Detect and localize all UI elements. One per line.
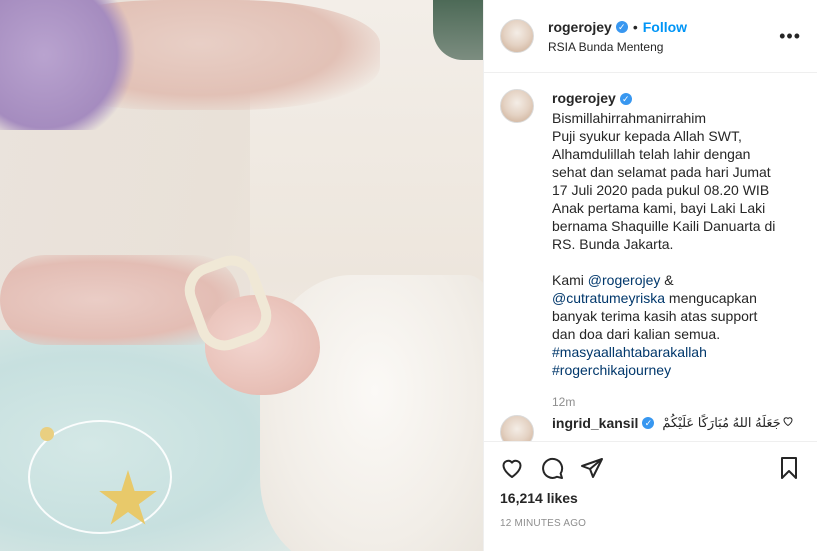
caption: rogerojey ✓ Bismillahirrahmanirrahim Puj…: [500, 89, 801, 411]
comment-icon[interactable]: [540, 456, 564, 480]
caption-text: &: [660, 272, 674, 288]
caption-text: mengucapkan: [665, 290, 757, 306]
likes-count[interactable]: 16,214 likes: [500, 490, 801, 506]
comment-username[interactable]: ingrid_kansil: [552, 415, 638, 431]
post-sidebar: rogerojey ✓ • Follow RSIA Bunda Menteng …: [483, 0, 817, 551]
post-header: rogerojey ✓ • Follow RSIA Bunda Menteng …: [484, 0, 817, 73]
avatar[interactable]: [500, 89, 534, 123]
instagram-post: rogerojey ✓ • Follow RSIA Bunda Menteng …: [0, 0, 817, 551]
caption-line: RS. Bunda Jakarta.: [552, 236, 674, 252]
mention-link[interactable]: @cutratumeyriska: [552, 290, 665, 306]
more-options-icon[interactable]: •••: [779, 26, 801, 47]
caption-line: banyak terima kasih atas support: [552, 308, 758, 324]
comments-section: rogerojey ✓ Bismillahirrahmanirrahim Puj…: [484, 73, 817, 441]
actions-bar: 16,214 likes 12 MINUTES AGO: [484, 441, 817, 551]
avatar[interactable]: [500, 415, 534, 441]
heart-icon[interactable]: [500, 456, 524, 480]
comment-like-icon[interactable]: [782, 415, 794, 430]
share-icon[interactable]: [580, 456, 604, 480]
hashtag-link[interactable]: #masyaallahtabarakallah: [552, 344, 707, 360]
follow-button[interactable]: Follow: [643, 19, 687, 35]
avatar[interactable]: [500, 19, 534, 53]
caption-line: bernama Shaquille Kaili Danuarta di: [552, 218, 776, 234]
verified-icon: ✓: [619, 93, 632, 105]
caption-line: 17 Juli 2020 pada pukul 08.20 WIB: [552, 182, 770, 198]
comment-text: جَعَلَهُ اللهُ مُبَارَكًا عَلَيْكُمْ: [662, 415, 781, 430]
caption-timestamp[interactable]: 12m: [552, 393, 775, 411]
caption-line: sehat dan selamat pada hari Jumat: [552, 164, 771, 180]
separator-dot: •: [632, 18, 638, 35]
comment-row: ingrid_kansil ✓ جَعَلَهُ اللهُ مُبَارَكً…: [500, 415, 781, 441]
location-link[interactable]: RSIA Bunda Menteng: [548, 40, 779, 54]
caption-line: Puji syukur kepada Allah SWT,: [552, 128, 742, 144]
caption-text: Kami: [552, 272, 588, 288]
caption-username[interactable]: rogerojey: [552, 89, 616, 107]
caption-line: dan doa dari kalian semua.: [552, 326, 721, 342]
caption-line: Anak pertama kami, bayi Laki Laki: [552, 200, 766, 216]
bookmark-icon[interactable]: [777, 456, 801, 480]
post-timestamp[interactable]: 12 MINUTES AGO: [500, 518, 801, 529]
mention-link[interactable]: @rogerojey: [588, 272, 661, 288]
post-photo[interactable]: [0, 0, 483, 551]
caption-line: Alhamdulillah telah lahir dengan: [552, 146, 751, 162]
hashtag-link[interactable]: #rogerchikajourney: [552, 362, 671, 378]
username-link[interactable]: rogerojey: [548, 19, 612, 35]
caption-line: Bismillahirrahmanirrahim: [552, 110, 707, 126]
verified-icon: ✓: [615, 20, 628, 33]
verified-icon: ✓: [642, 417, 655, 429]
